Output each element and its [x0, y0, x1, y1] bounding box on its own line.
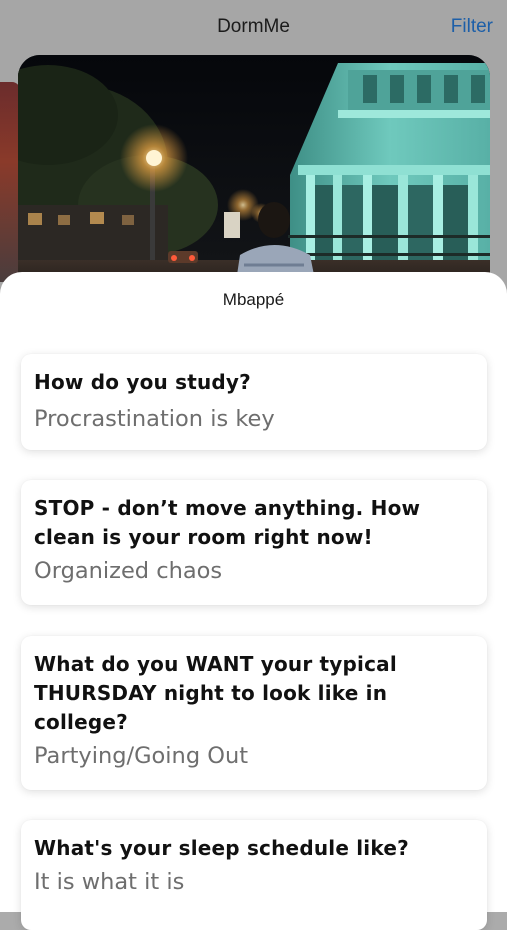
question-card: How do you study? Procrastination is key: [21, 354, 487, 450]
question-card: What do you WANT your typical THURSDAY n…: [21, 636, 487, 790]
answer-text: Partying/Going Out: [34, 743, 249, 769]
previous-profile-card-edge[interactable]: [0, 82, 20, 282]
answer-text: Organized chaos: [34, 558, 223, 584]
question-text: STOP - don’t move anything. How clean is…: [34, 496, 421, 549]
question-card: STOP - don’t move anything. How clean is…: [21, 480, 487, 605]
app-title: DormMe: [217, 16, 290, 37]
question-text: How do you study?: [34, 370, 251, 394]
profile-photo[interactable]: [18, 55, 490, 295]
question-text: What's your sleep schedule like?: [34, 836, 409, 860]
navigation-bar: DormMe Filter: [0, 0, 507, 56]
answer-text: Procrastination is key: [34, 406, 275, 432]
answer-text: It is what it is: [34, 869, 185, 895]
question-card: What's your sleep schedule like? It is w…: [21, 820, 487, 930]
profile-name: Mbappé: [222, 290, 285, 309]
filter-button[interactable]: Filter: [451, 16, 493, 38]
question-text: What do you WANT your typical THURSDAY n…: [34, 652, 397, 734]
